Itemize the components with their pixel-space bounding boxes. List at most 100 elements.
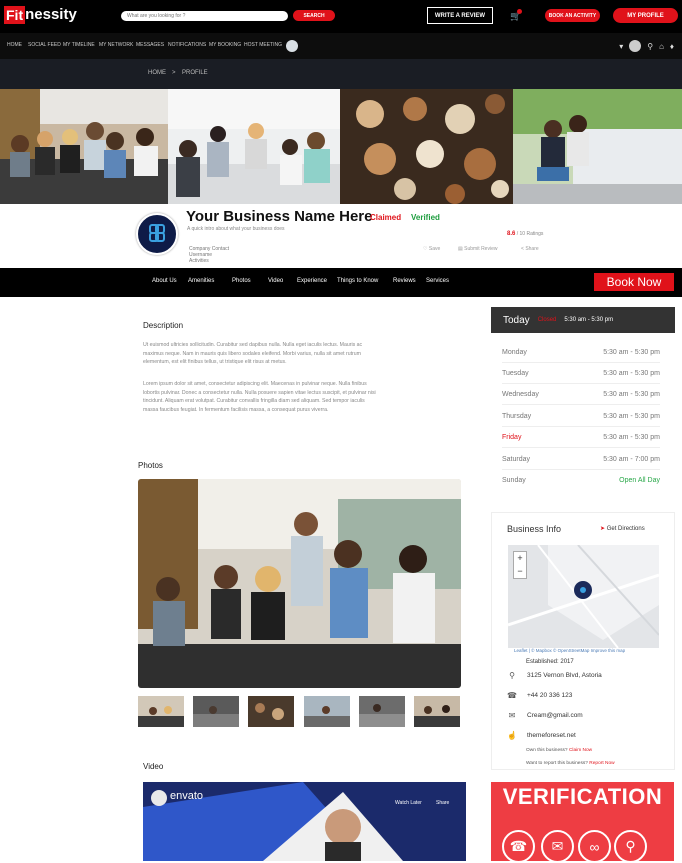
watch-later-button[interactable]: Watch Later [395,800,422,806]
business-info-heading: Business Info [507,524,562,534]
get-directions-link[interactable]: ➤ Get Directions [600,525,645,532]
user-avatar[interactable] [629,40,642,52]
photo-thumb-2[interactable] [193,696,239,727]
tab-experience[interactable]: Experience [297,278,327,284]
tab-photos[interactable]: Photos [232,278,251,284]
tab-amenities[interactable]: Amenities [188,278,214,284]
own-text: Own this business? [526,748,568,753]
phone-icon: ☎ [507,690,517,700]
contact-line: Activities [189,258,209,264]
today-label: Today [503,314,530,326]
my-profile-button[interactable]: MY PROFILE [613,8,678,23]
email-text[interactable]: Cream@gmail.com [527,712,583,719]
nav-item-host-meeting[interactable]: HOST MEETING [244,42,282,48]
nav-item-notifications[interactable]: NOTIFICATIONS [168,42,206,48]
cart-badge [517,9,522,14]
day-label: Wednesday [502,390,539,398]
main-photo[interactable] [138,479,461,688]
tab-reviews[interactable]: Reviews [393,278,416,284]
phone-row: ☎ +44 20 336 123 [507,689,572,701]
business-tagline: A quick intro about what your business d… [187,226,285,232]
location-map[interactable] [508,545,659,648]
submit-review-button[interactable]: ▤ Submit Review [458,246,497,252]
submit-review-label: Submit Review [464,246,498,252]
hours-row-tuesday: Tuesday 5:30 am - 5:30 pm [502,363,660,384]
established-year: Established: 2017 [526,659,574,665]
home-icon[interactable]: ⌂ [659,42,664,51]
video-share-button[interactable]: Share [436,800,449,806]
photo-thumb-5[interactable] [359,696,405,727]
rating-text: / 10 Ratings [516,231,544,237]
claimed-badge: Claimed [370,213,402,222]
hours-row-sunday: Sunday Open All Day [502,470,660,491]
search-icon[interactable]: ⚲ [647,42,653,51]
search-button[interactable]: SEARCH [293,10,335,21]
get-directions-label: Get Directions [606,526,645,532]
description-line: tincidunt. Aliquam erat volutpat. Curabi… [143,398,365,405]
write-review-button[interactable]: WRITE A REVIEW [427,7,493,24]
banner-image-3 [340,89,513,204]
website-text[interactable]: themeforeset.net [527,732,576,739]
nav-item-my-network[interactable]: MY NETWORK [99,42,133,48]
nav-item-my-timeline[interactable]: MY TIMELINE [63,42,95,48]
tab-things-to-know[interactable]: Things to Know [337,278,378,284]
nav-item-messages[interactable]: MESSAGES [136,42,164,48]
phone-text[interactable]: +44 20 336 123 [527,692,572,699]
zoom-in-button[interactable]: + [514,552,526,565]
photos-heading: Photos [138,461,163,470]
claim-now-link[interactable]: Claim Now [569,748,592,753]
day-label: Friday [502,433,522,441]
breadcrumb-bar [0,59,682,89]
tab-services[interactable]: Services [426,278,449,284]
day-label: Sunday [502,477,526,484]
nav-more-icon[interactable] [286,40,298,52]
email-verify-icon[interactable]: ✉ [541,830,574,863]
nav-item-social-feed[interactable]: SOCIAL FEED [28,42,61,48]
phone-verify-icon[interactable]: ☎ [502,830,535,863]
directions-icon: ➤ [600,526,606,532]
search-input[interactable] [121,11,288,21]
photo-thumb-1[interactable] [138,696,184,727]
day-time: 5:30 am - 5:30 pm [603,390,660,398]
description-paragraph-1: Ut euismod ultricies sollicitudin. Curab… [143,341,463,367]
video-brand: envato [170,790,204,802]
report-now-link[interactable]: Report Now [589,761,614,766]
breadcrumb-home[interactable]: HOME [148,70,166,76]
photo-thumb-4[interactable] [304,696,350,727]
location-verify-icon[interactable]: ⚲ [614,830,647,863]
day-label: Monday [502,348,527,356]
day-time: Open All Day [619,477,660,484]
photo-thumb-6[interactable] [414,696,460,727]
tab-about-us[interactable]: About Us [152,278,177,284]
map-zoom-control: + − [513,551,527,579]
hours-row-friday: Friday 5:30 am - 5:30 pm [502,427,660,448]
breadcrumb-current: PROFILE [182,70,208,76]
day-time: 5:30 am - 5:30 pm [603,369,660,377]
zoom-out-button[interactable]: − [514,565,526,578]
map-attribution[interactable]: Leaflet | © Mapbox © OpenStreetMap Impro… [514,648,625,653]
description-paragraph-2: Lorem ipsum dolor sit amet, consectetur … [143,380,463,414]
photo-thumb-3[interactable] [248,696,294,727]
hours-row-wednesday: Wednesday 5:30 am - 5:30 pm [502,384,660,405]
tab-video[interactable]: Video [268,278,283,284]
rating-value: 8.6 [507,231,516,237]
email-row: ✉ Cream@gmail.com [507,709,583,721]
nav-item-my-booking[interactable]: MY BOOKING [209,42,241,48]
email-icon: ✉ [508,710,516,720]
dropdown-caret-icon[interactable]: ▾ [619,42,623,51]
fitnessity-logo[interactable]: Fit nessity [4,5,77,25]
nav-item-home[interactable]: HOME [7,42,22,48]
save-button[interactable]: ♡ Save [423,246,440,252]
book-activity-button[interactable]: BOOK AN ACTIVITY [545,9,600,22]
link-verify-icon[interactable]: ∞ [578,830,611,863]
description-line: massa faucibus feugiat. In fermentum fac… [143,406,329,413]
banner-image-4 [513,89,682,204]
book-now-button[interactable]: Book Now [594,273,674,291]
description-line: Lorem ipsum dolor sit amet, consectetur … [143,381,367,387]
bell-icon[interactable]: ♦ [670,42,674,51]
day-time: 5:30 am - 5:30 pm [603,433,660,441]
hours-row-thursday: Thursday 5:30 am - 5:30 pm [502,406,660,427]
share-button[interactable]: < Share [521,246,539,252]
share-label: Share [525,246,539,252]
day-time: 5:30 am - 5:30 pm [603,348,660,356]
